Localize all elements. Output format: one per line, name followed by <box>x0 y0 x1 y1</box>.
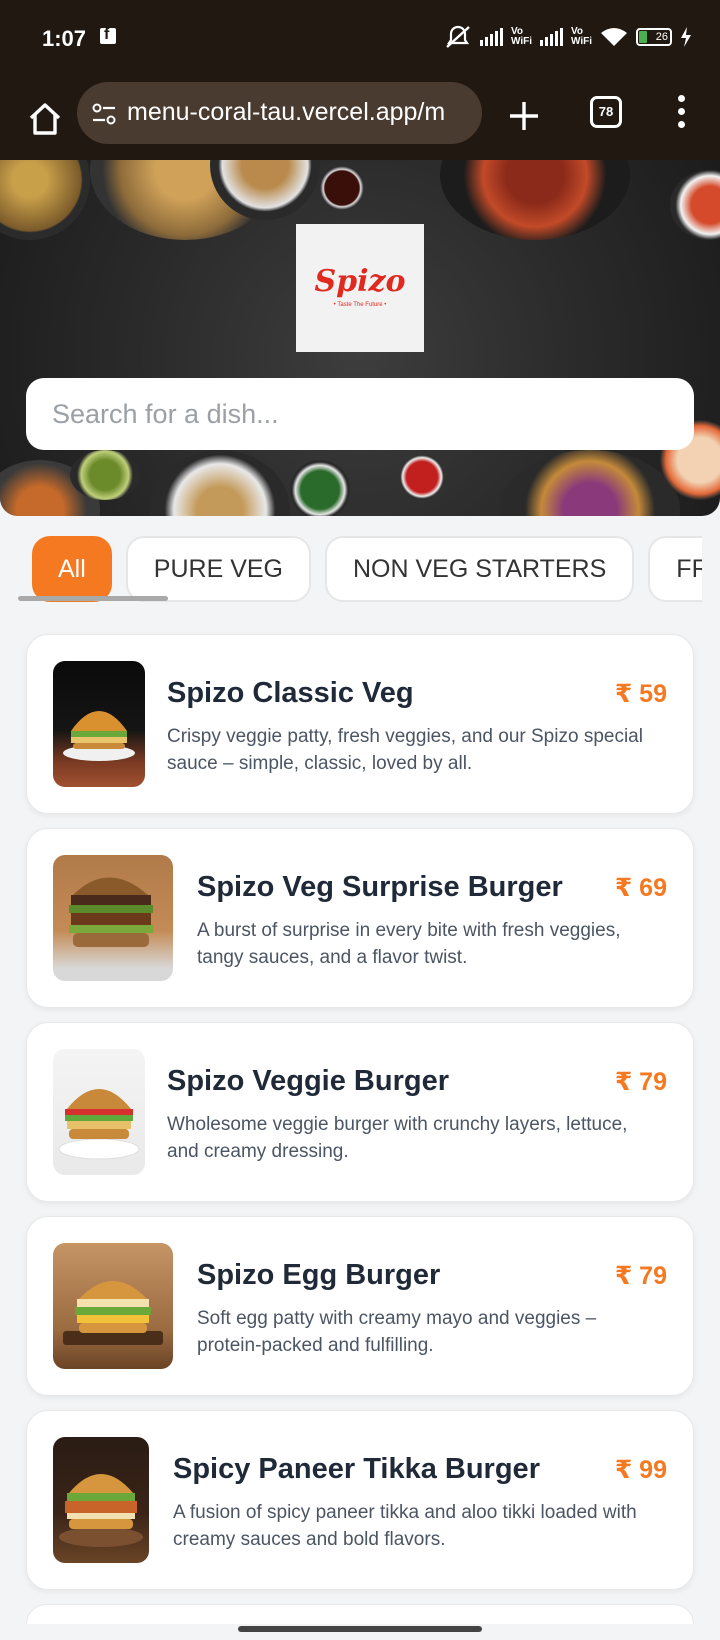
category-tab-all[interactable]: All <box>32 536 112 602</box>
dish-name: Spizo Veggie Burger <box>167 1065 449 1097</box>
dish-price: ₹ 59 <box>614 680 667 708</box>
category-scrollbar[interactable] <box>18 596 168 601</box>
dish-name: Spizo Classic Veg <box>167 677 414 709</box>
food-bowl-decor <box>150 450 290 516</box>
dish-name: Spicy Paneer Tikka Burger <box>173 1453 540 1485</box>
food-bowl-decor <box>290 460 350 516</box>
dish-name: Spizo Egg Burger <box>197 1259 441 1291</box>
category-tab-pure-veg[interactable]: PURE VEG <box>125 536 311 602</box>
new-tab-icon[interactable] <box>504 96 544 136</box>
home-icon[interactable] <box>22 96 68 142</box>
dish-image <box>53 1437 149 1563</box>
mute-icon <box>446 25 470 48</box>
wifi-icon <box>601 28 627 46</box>
signal-icon <box>479 28 503 46</box>
status-icons: Vo WiFi Vo WiFi 26 <box>444 22 692 52</box>
dish-description: Wholesome veggie burger with crunchy lay… <box>167 1114 628 1162</box>
more-options-icon[interactable] <box>676 95 686 135</box>
dish-price: ₹ 99 <box>614 1456 667 1484</box>
signal-icon <box>539 28 563 46</box>
tab-count: 78 <box>598 104 614 119</box>
menu-item-card[interactable]: Spizo Classic Veg ₹ 59 Crispy veggie pat… <box>26 634 694 814</box>
menu-item-card[interactable]: Spizo Veg Surprise Burger ₹ 69 A burst o… <box>26 828 694 1008</box>
menu-item-card[interactable]: Spizo Veggie Burger ₹ 79 Wholesome veggi… <box>26 1022 694 1202</box>
menu-item-card[interactable]: Spizo Egg Burger ₹ 79 Soft egg patty wit… <box>26 1216 694 1396</box>
dish-price: ₹ 79 <box>614 1068 667 1096</box>
category-tab-fries[interactable]: FRIES <box>648 536 702 602</box>
vowifi-icon: Vo WiFi <box>570 26 592 47</box>
hero-banner: Spizo • Taste The Future • <box>0 160 720 516</box>
food-bowl-decor <box>400 455 444 499</box>
dish-price: ₹ 69 <box>614 874 667 902</box>
battery-icon: 26 <box>636 28 672 46</box>
status-time: 1:07 <box>42 26 87 51</box>
url-text[interactable]: menu-coral-tau.vercel.app/m <box>127 98 445 127</box>
facebook-icon <box>100 26 116 44</box>
dish-search-input[interactable] <box>26 378 694 450</box>
food-bowl-decor <box>670 170 720 240</box>
logo-text: Spizo <box>314 264 406 299</box>
food-bowl-decor <box>0 160 90 240</box>
dish-name: Spizo Veg Surprise Burger <box>197 871 563 903</box>
restaurant-logo: Spizo • Taste The Future • <box>296 224 424 352</box>
address-bar[interactable]: menu-coral-tau.vercel.app/m <box>77 82 482 144</box>
dish-image <box>53 1243 173 1369</box>
food-bowl-decor <box>440 160 630 240</box>
logo-tagline: • Taste The Future • <box>333 302 387 308</box>
menu-item-card-partial[interactable] <box>26 1604 694 1624</box>
food-bowl-decor <box>500 450 680 516</box>
dish-description: Soft egg patty with creamy mayo and vegg… <box>197 1308 597 1356</box>
site-settings-icon[interactable] <box>91 101 117 127</box>
dish-description: A fusion of spicy paneer tikka and aloo … <box>173 1502 637 1550</box>
menu-list: Spizo Classic Veg ₹ 59 Crispy veggie pat… <box>26 634 694 1638</box>
dish-description: A burst of surprise in every bite with f… <box>197 920 621 968</box>
browser-toolbar: menu-coral-tau.vercel.app/m 78 <box>0 80 720 160</box>
charging-icon <box>681 27 691 47</box>
food-bowl-decor <box>70 450 140 500</box>
tabs-icon[interactable]: 78 <box>590 96 622 128</box>
vowifi-icon: Vo WiFi <box>510 26 532 47</box>
status-bar: 1:07 VoWiFi VoWiFi 26 <box>0 0 720 80</box>
dish-image <box>53 855 173 981</box>
dish-image <box>53 661 145 787</box>
dish-description: Crispy veggie patty, fresh veggies, and … <box>167 726 643 774</box>
food-bowl-decor <box>320 166 364 210</box>
dish-image <box>53 1049 145 1175</box>
gesture-navigation-bar[interactable] <box>238 1626 482 1632</box>
battery-level: 26 <box>655 31 668 43</box>
menu-item-card[interactable]: Spicy Paneer Tikka Burger ₹ 99 A fusion … <box>26 1410 694 1590</box>
category-tab-non-veg-starters[interactable]: NON VEG STARTERS <box>325 536 635 602</box>
dish-price: ₹ 79 <box>614 1262 667 1290</box>
